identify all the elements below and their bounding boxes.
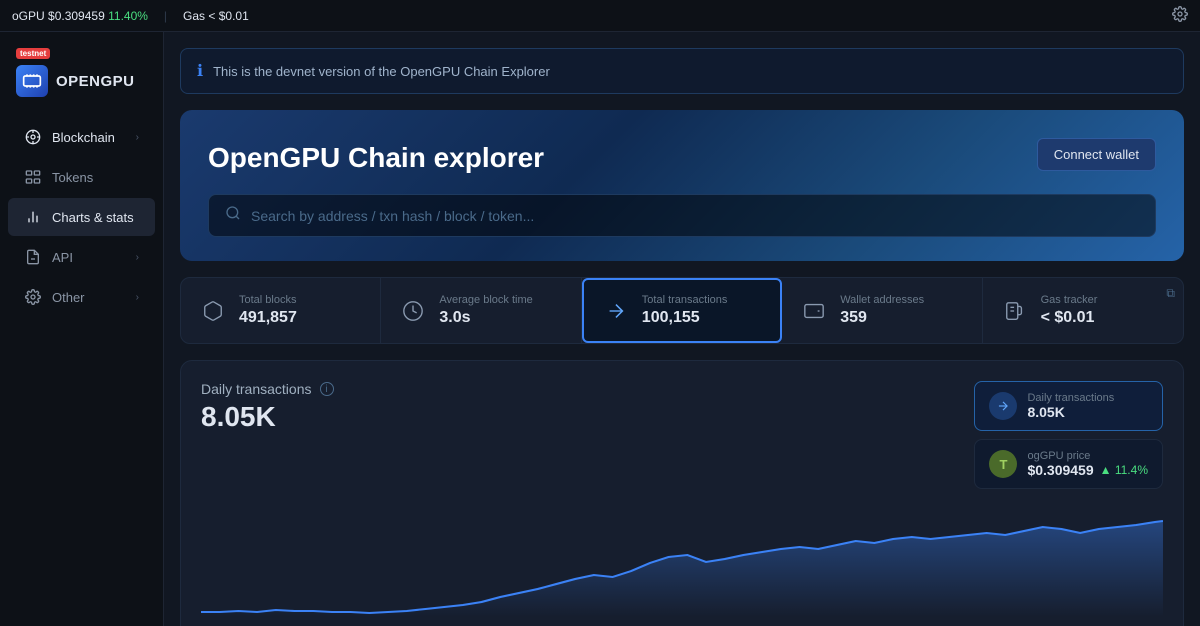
connect-wallet-button[interactable]: Connect wallet [1037,138,1156,171]
chart-info-icon[interactable]: i [320,382,334,396]
content-area: ℹ This is the devnet version of the Open… [164,32,1200,626]
devnet-banner: ℹ This is the devnet version of the Open… [180,48,1184,94]
gas-label: Gas tracker [1041,294,1098,306]
total-tx-value: 100,155 [642,309,728,327]
total-tx-label: Total transactions [642,294,728,306]
legend-tx-value: 8.05K [1027,404,1114,420]
logo-icon [16,65,48,97]
chart-canvas [201,497,1163,617]
nav-blockchain-label: Blockchain [52,130,115,145]
transactions-icon [600,295,632,327]
sidebar: testnet OPENGPU [0,32,164,626]
gas-icon [999,295,1031,327]
nav-blockchain[interactable]: Blockchain › [8,118,155,156]
logo-badge: testnet [16,48,50,59]
stat-avg-block-time: Average block time 3.0s [381,278,581,343]
tokens-icon [24,168,42,186]
legend-ogpu-price[interactable]: T ogGPU price $0.309459 ▲ 11.4% [974,439,1163,489]
legend-price-label: ogGPU price [1027,450,1148,462]
chart-section: Daily transactions i 8.05K [180,360,1184,626]
nav-tokens[interactable]: Tokens [8,158,155,196]
topbar-gas: Gas < $0.01 [183,9,249,23]
banner-text: This is the devnet version of the OpenGP… [213,64,550,79]
legend-transactions-icon [989,392,1017,420]
logo-text: OPENGPU [56,73,135,90]
chart-svg [201,497,1163,617]
stat-wallet-addresses: Wallet addresses 359 [782,278,982,343]
stats-row: Total blocks 491,857 Average block time … [180,277,1184,344]
other-chevron: › [136,292,139,303]
nav-tokens-label: Tokens [52,170,93,185]
nav-other-label: Other [52,290,85,305]
other-icon [24,288,42,306]
legend-price-change: ▲ 11.4% [1100,463,1148,477]
nav-api-label: API [52,250,73,265]
clock-icon [397,295,429,327]
blockchain-icon [24,128,42,146]
topbar: oGPU $0.309459 11.40% | Gas < $0.01 [0,0,1200,32]
chart-title: Daily transactions [201,381,312,397]
nav-api[interactable]: API › [8,238,155,276]
legend-price-value: $0.309459 [1027,462,1093,478]
settings-icon[interactable] [1172,6,1188,25]
info-icon: ℹ [197,61,203,81]
stat-gas-tracker: Gas tracker < $0.01 ⧉ [983,278,1183,343]
avg-block-time-value: 3.0s [439,309,532,327]
topbar-price: oGPU $0.309459 11.40% [12,9,148,23]
hero-title: OpenGPU Chain explorer [208,142,1156,174]
wallet-value: 359 [840,309,924,327]
nav-other[interactable]: Other › [8,278,155,316]
legend-price-avatar: T [989,450,1017,478]
api-chevron: › [136,252,139,263]
stat-total-transactions: Total transactions 100,155 [582,278,782,343]
legend-daily-transactions[interactable]: Daily transactions 8.05K [974,381,1163,431]
wallet-label: Wallet addresses [840,294,924,306]
logo: testnet OPENGPU [0,48,163,117]
nav-charts[interactable]: Charts & stats [8,198,155,236]
stat-total-blocks: Total blocks 491,857 [181,278,381,343]
search-icon [225,205,241,226]
avg-block-time-label: Average block time [439,294,532,306]
wallet-icon [798,295,830,327]
legend-tx-label: Daily transactions [1027,392,1114,404]
blockchain-chevron: › [136,132,139,143]
gas-copy-icon[interactable]: ⧉ [1166,286,1175,301]
blocks-icon [197,295,229,327]
nav-charts-label: Charts & stats [52,210,134,225]
search-bar[interactable] [208,194,1156,237]
api-icon [24,248,42,266]
total-blocks-value: 491,857 [239,309,297,327]
total-blocks-label: Total blocks [239,294,297,306]
charts-icon [24,208,42,226]
search-input[interactable] [251,208,1139,224]
chart-value: 8.05K [201,401,334,433]
hero-section: OpenGPU Chain explorer Connect wallet [180,110,1184,261]
gas-value: < $0.01 [1041,309,1098,327]
